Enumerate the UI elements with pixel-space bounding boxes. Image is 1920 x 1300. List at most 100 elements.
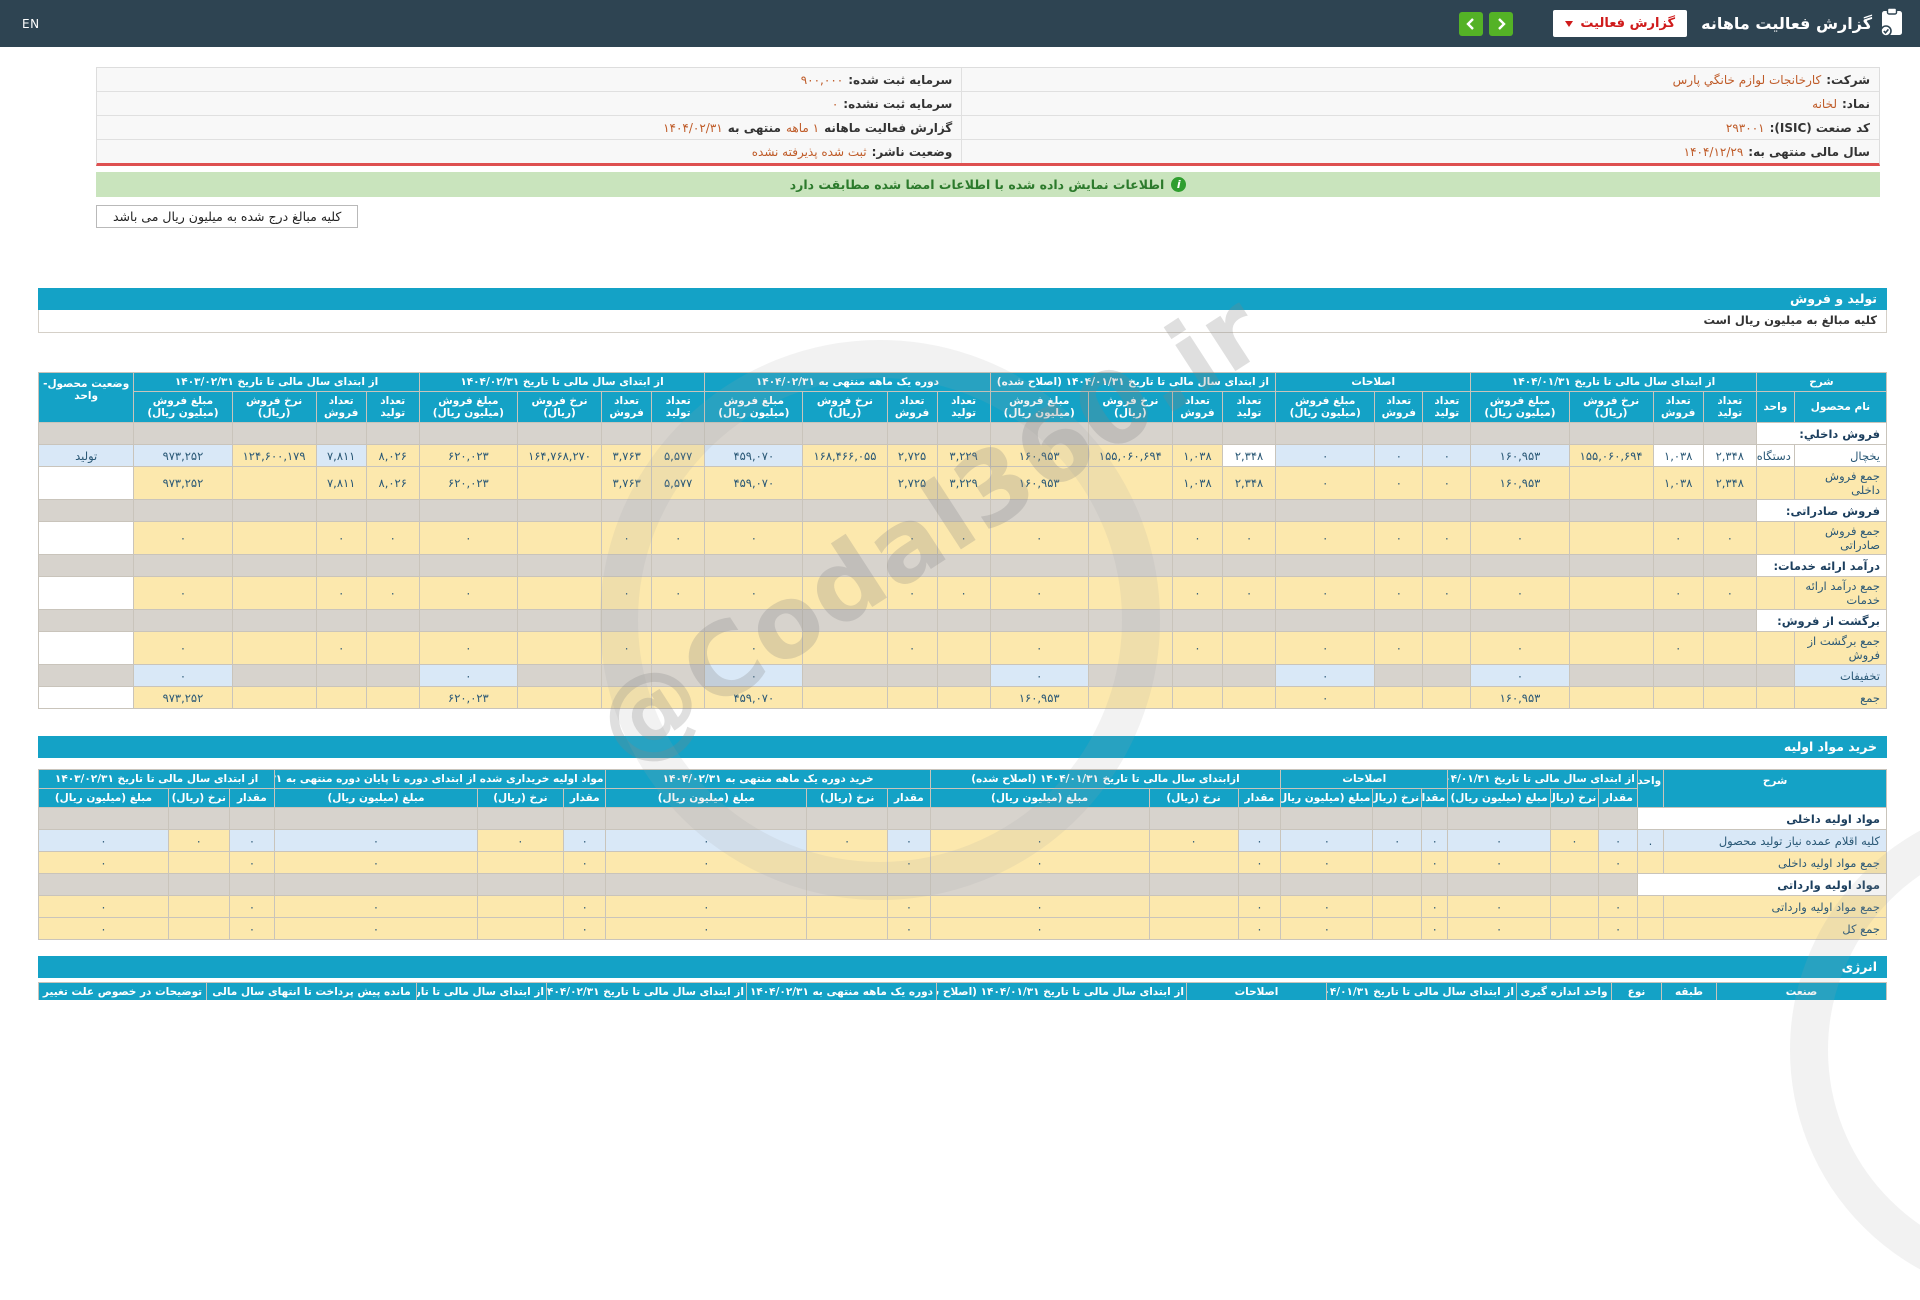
value-cell: ۰ [563,896,606,918]
column-subheader: مقدار [1238,789,1281,808]
row-label-cell: جمع مواد اولیه داخلی [1664,852,1887,874]
value-cell: ۰ [1238,896,1281,918]
value-cell: ۸,۰۲۶ [366,445,419,467]
category-row: فروش داخلي: [39,423,1887,445]
value-cell [1223,555,1276,577]
value-cell [39,500,134,522]
value-cell [1703,610,1756,632]
value-cell [1375,500,1423,522]
value-cell [1756,467,1794,500]
value-cell [134,423,232,445]
value-cell: ۰ [606,896,807,918]
value-cell: ۰ [316,522,366,555]
value-cell [803,467,887,500]
row-label-cell: جمع مواد اولیه وارداتی [1664,896,1887,918]
company-label: شرکت: [1826,73,1870,87]
value-cell [602,665,652,687]
value-cell [1276,500,1375,522]
category-row: درآمد ارائه خدمات: [39,555,1887,577]
value-cell [1149,808,1238,830]
value-cell [1423,665,1471,687]
value-cell [705,500,803,522]
row-label-cell: تخفیفات [1794,665,1886,687]
value-cell [1471,500,1569,522]
column-subheader: مبلغ فروش (میلیون ریال) [990,392,1088,423]
column-subheader: نرخ فروش (ریال) [1569,392,1653,423]
production-table-wrap: شرحاز ابتدای سال مالی تا تاریخ ۱۴۰۴/۰۱/۳… [38,372,1887,709]
value-cell [1088,522,1172,555]
value-cell: ۰ [1471,665,1569,687]
value-cell [1088,632,1172,665]
value-cell: ۰ [1448,896,1550,918]
column-header: دوره یک ماهه منتهی به ۱۴۰۴/۰۲/۳۱ [747,983,937,1001]
value-cell [419,610,517,632]
value-cell: ۰ [1422,852,1448,874]
value-cell [1088,500,1172,522]
row-label-cell: فروش صادراتی: [1756,500,1886,522]
info-row: شرکت: کارخانجات لوازم خانگي پارس سرمایه … [97,68,1879,92]
value-cell [232,687,316,709]
column-subheader: تعداد تولید [1703,392,1756,423]
value-cell: دستگاه [1756,445,1794,467]
value-cell [1375,555,1423,577]
value-cell [705,555,803,577]
value-cell [803,423,887,445]
value-cell: ۰ [1276,445,1375,467]
value-cell [1172,610,1222,632]
value-cell: ۰ [1471,522,1569,555]
value-cell: ۱۶۰,۹۵۳ [1471,445,1569,467]
production-units-note: کلیه مبالغ به میلیون ریال است [38,310,1887,333]
column-header: صنعت [1717,983,1887,1001]
value-cell: ۶۲۰,۰۲۳ [419,467,517,500]
value-cell [803,500,887,522]
value-cell [1703,665,1756,687]
value-cell [517,577,601,610]
value-cell: ۰ [1375,632,1423,665]
fiscal-year-cell: سال مالی منتهی به: ۱۴۰۴/۱۲/۲۹ [961,140,1879,163]
column-header: واحد اندازه گیری [1517,983,1612,1001]
value-cell [887,423,937,445]
value-cell [887,665,937,687]
value-cell [606,808,807,830]
value-cell [937,555,990,577]
column-subheader: مبلغ (میلیون ریال) [606,789,807,808]
english-language-link[interactable]: EN [22,17,40,31]
value-cell: ۰ [1281,852,1373,874]
column-subheader: نرخ (ریال) [1550,789,1599,808]
value-cell [807,918,888,940]
row-label-cell: برگشت از فروش: [1756,610,1886,632]
column-subheader: نرخ (ریال) [477,789,563,808]
value-cell: ۱,۰۳۸ [1653,445,1703,467]
value-cell [232,522,316,555]
column-header: از ابتدای سال مالی تا تاریخ ۱۴۰۴/۰۱/۳۱ [1327,983,1517,1001]
value-cell [1569,423,1653,445]
value-cell [1448,874,1550,896]
value-cell [1088,687,1172,709]
value-cell [316,687,366,709]
column-header: از ابتدای سال مالی تا تاریخ ۱۴۰۳/۰۲/۳۱ [39,770,275,789]
info-row: سال مالی منتهی به: ۱۴۰۴/۱۲/۲۹ وضعیت ناشر… [97,140,1879,163]
previous-report-button[interactable] [1459,12,1483,36]
value-cell [168,874,229,896]
value-cell: ۰ [1276,687,1375,709]
value-cell: ۹۷۳,۲۵۲ [134,467,232,500]
value-cell: ۱۶۸,۴۶۶,۰۵۵ [803,445,887,467]
column-subheader: مبلغ (میلیون ریال) [275,789,478,808]
column-header: دوره یک ماهه منتهی به ۱۴۰۴/۰۲/۳۱ [705,373,990,392]
value-cell [232,500,316,522]
value-cell [232,555,316,577]
report-type-button[interactable]: گزارش فعالیت [1553,10,1687,37]
value-cell [1448,808,1550,830]
value-cell [168,808,229,830]
value-cell [1471,610,1569,632]
chevron-right-icon [1495,17,1507,31]
row-label-cell: درآمد ارائه خدمات: [1756,555,1886,577]
value-cell: ۰ [937,522,990,555]
value-cell [419,423,517,445]
value-cell [705,423,803,445]
next-report-button[interactable] [1489,12,1513,36]
value-cell [803,687,887,709]
value-cell [937,632,990,665]
table-row: جمع درآمد ارائه خدمات۰۰۰۰۰۰۰۰۰۰۰۰۰۰۰۰۰۰ [39,577,1887,610]
value-cell [366,632,419,665]
